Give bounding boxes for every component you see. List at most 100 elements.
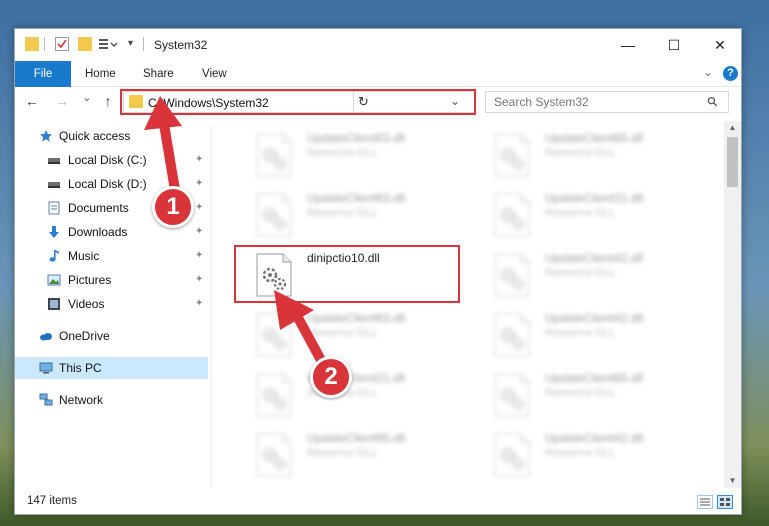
dll-file-icon xyxy=(494,313,530,357)
file-name: UpdateClient21.dll xyxy=(545,191,644,205)
folder-icon xyxy=(25,37,39,51)
quick-access-dropdown-icon[interactable]: ▾ xyxy=(128,38,133,49)
dll-file-icon xyxy=(256,133,292,177)
sidebar-item-this-pc[interactable]: This PC xyxy=(15,357,208,379)
cloud-icon xyxy=(40,333,52,341)
file-type: Resource DLL xyxy=(545,327,616,339)
step-1-badge: 1 xyxy=(152,186,194,228)
pin-icon: ✦ xyxy=(195,298,204,309)
scroll-down-icon[interactable]: ▼ xyxy=(724,474,741,488)
dll-file-icon xyxy=(494,133,530,177)
sidebar-item-label: Music xyxy=(68,249,100,263)
expand-ribbon-icon[interactable]: ⌄ xyxy=(703,65,713,79)
file-tile[interactable]: UpdateClient63.dll Resource DLL xyxy=(251,127,479,183)
item-count: 147 items xyxy=(27,495,77,507)
step-2-badge: 2 xyxy=(310,356,352,398)
file-name: UpdateClient63.dll xyxy=(307,191,406,205)
file-type: Resource DLL xyxy=(545,147,616,159)
file-tile[interactable]: UpdateClient42.dll Resource DLL xyxy=(489,307,717,363)
properties-icon[interactable] xyxy=(55,37,69,51)
documents-icon xyxy=(48,201,60,215)
pictures-icon xyxy=(47,274,61,286)
tiles-view-icon[interactable] xyxy=(717,495,733,509)
music-icon xyxy=(49,250,59,262)
sidebar-item-pictures[interactable]: Pictures ✦ xyxy=(15,269,208,291)
close-button[interactable]: ✕ xyxy=(697,29,743,61)
sidebar-item-network[interactable]: Network xyxy=(15,389,208,411)
scroll-thumb[interactable] xyxy=(727,137,738,187)
sidebar-item-local-disk-c[interactable]: Local Disk (C:) ✦ xyxy=(15,149,208,171)
file-name: UpdateClient42.dll xyxy=(545,431,644,445)
sidebar-item-label: Local Disk (C:) xyxy=(68,153,147,167)
sidebar-item-label: This PC xyxy=(59,361,102,375)
file-name: UpdateClient65.dll xyxy=(545,131,644,145)
file-type: Resource DLL xyxy=(545,267,616,279)
file-tile[interactable]: UpdateClient63.dll Resource DLL xyxy=(251,307,479,363)
search-icon[interactable]: ⚲ xyxy=(704,93,722,111)
sidebar-item-label: Downloads xyxy=(68,225,128,239)
back-button[interactable]: ← xyxy=(23,93,41,109)
network-icon xyxy=(39,393,53,406)
file-tile[interactable]: UpdateClient21.dll Resource DLL xyxy=(489,187,717,243)
forward-button[interactable]: → xyxy=(53,93,71,109)
separator xyxy=(44,37,45,51)
file-tile[interactable]: UpdateClient21.dllResource DLL xyxy=(251,367,479,423)
sidebar-item-label: Pictures xyxy=(68,273,112,287)
file-type: Resource DLL xyxy=(545,447,616,459)
file-name: UpdateClient42.dll xyxy=(545,251,644,265)
dll-file-icon xyxy=(256,433,292,477)
file-tile[interactable]: UpdateClient65.dll Resource DLL xyxy=(489,127,717,183)
minimize-button[interactable]: — xyxy=(605,29,651,61)
recent-locations-icon[interactable]: ⌄ xyxy=(78,91,96,104)
file-tile[interactable]: UpdateClient42.dll Resource DLL xyxy=(489,427,717,483)
sidebar-item-label: OneDrive xyxy=(59,329,110,343)
file-list: UpdateClient63.dll Resource DLL UpdateClie… xyxy=(221,121,724,488)
file-name: UpdateClient63.dll xyxy=(307,131,406,145)
file-name: UpdateClient65.dll xyxy=(545,371,644,385)
dll-file-icon xyxy=(256,373,292,417)
pane-splitter[interactable] xyxy=(211,125,212,488)
sidebar-item-label: Network xyxy=(59,393,104,407)
tab-share[interactable]: Share xyxy=(131,61,186,87)
sidebar-item-label: Local Disk (D:) xyxy=(68,177,147,191)
help-icon[interactable]: ? xyxy=(723,66,738,81)
file-name: UpdateClient63.dll xyxy=(307,311,406,325)
details-view-icon[interactable] xyxy=(697,495,713,509)
sidebar-item-videos[interactable]: Videos ✦ xyxy=(15,293,208,315)
maximize-button[interactable]: ☐ xyxy=(651,29,697,61)
search-input[interactable] xyxy=(494,95,694,109)
file-tile[interactable]: UpdateClient63.dll Resource DLL xyxy=(251,187,479,243)
vertical-scrollbar[interactable]: ▲ ▼ xyxy=(724,121,741,488)
dll-file-icon xyxy=(494,253,530,297)
dll-file-icon xyxy=(494,373,530,417)
sidebar-item-music[interactable]: Music ✦ xyxy=(15,245,208,267)
separator xyxy=(143,37,144,51)
sidebar-item-onedrive[interactable]: OneDrive xyxy=(15,325,208,347)
file-type: Resource DLL xyxy=(307,327,378,339)
up-button[interactable]: ↑ xyxy=(99,93,117,109)
file-tile[interactable]: UpdateClient65.dll Resource DLL xyxy=(251,427,479,483)
scroll-up-icon[interactable]: ▲ xyxy=(724,121,741,135)
pin-icon: ✦ xyxy=(195,250,204,261)
videos-icon xyxy=(48,298,60,310)
file-tile[interactable]: UpdateClient42.dll Resource DLL xyxy=(489,247,717,303)
file-type: Resource DLL xyxy=(545,387,616,399)
customize-toolbar-icon[interactable] xyxy=(99,37,118,51)
new-folder-icon[interactable] xyxy=(78,37,92,51)
status-bar: 147 items xyxy=(15,491,741,515)
file-type: Resource DLL xyxy=(545,207,616,219)
file-type: Resource DLL xyxy=(307,447,378,459)
tab-view[interactable]: View xyxy=(190,61,239,87)
search-box[interactable]: ⚲ xyxy=(485,91,729,113)
tab-file[interactable]: File xyxy=(15,61,71,87)
download-icon xyxy=(49,226,59,238)
pin-icon: ✦ xyxy=(195,202,204,213)
sidebar-item-quick-access[interactable]: Quick access xyxy=(15,125,208,147)
file-name: UpdateClient42.dll xyxy=(545,311,644,325)
pin-icon: ✦ xyxy=(195,226,204,237)
window-title: System32 xyxy=(154,38,208,52)
file-tile[interactable]: UpdateClient65.dll Resource DLL xyxy=(489,367,717,423)
ribbon-tabs: File Home Share View ⌄ ? xyxy=(15,61,741,87)
tab-home[interactable]: Home xyxy=(73,61,128,87)
file-type: Resource DLL xyxy=(307,147,378,159)
